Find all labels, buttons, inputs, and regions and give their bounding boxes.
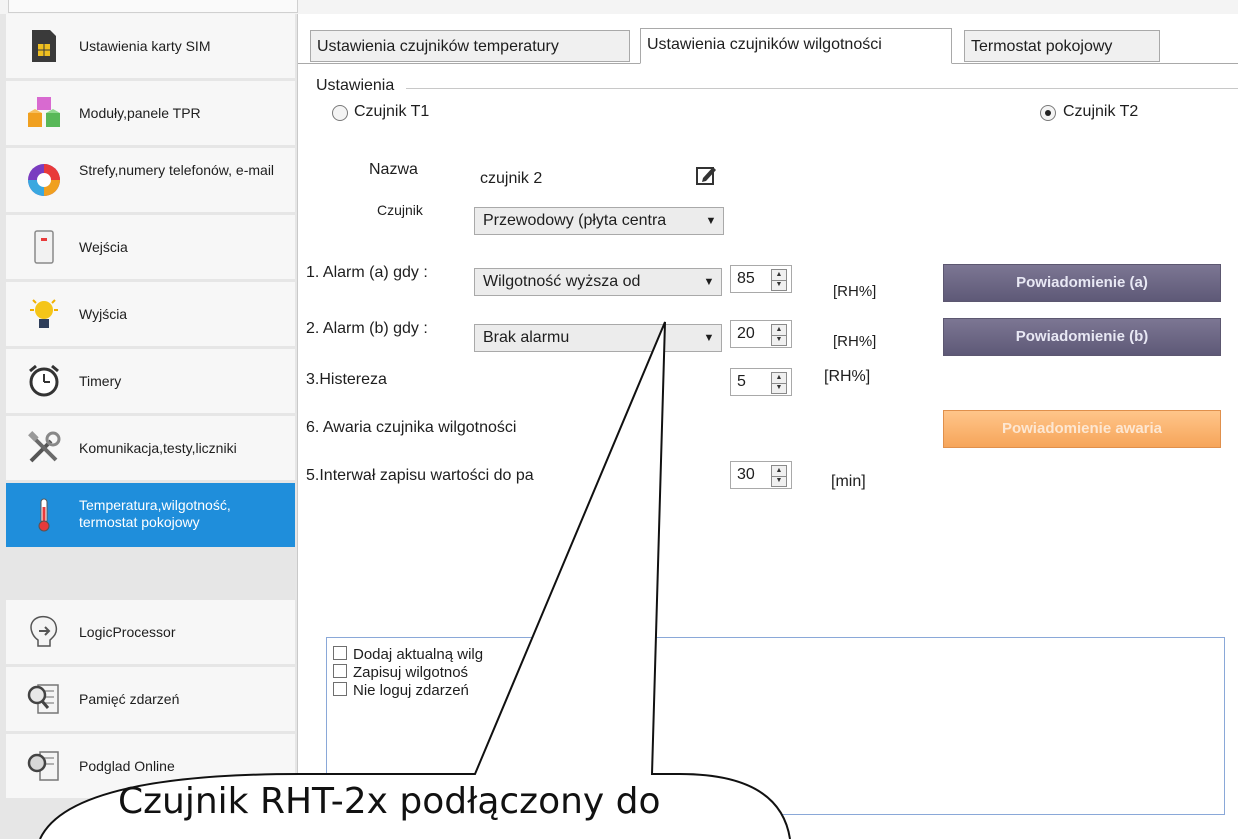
alarm-a-label: 1. Alarm (a) gdy : (306, 264, 428, 281)
alarm-b-unit: [RH%] (833, 333, 877, 350)
sidebar-item-modules[interactable]: Moduły,panele TPR (6, 81, 295, 145)
online-preview-icon (27, 751, 59, 781)
interval-value: 30 (737, 466, 755, 483)
sidebar-item-zones[interactable]: Strefy,numery telefonów, e-mail (6, 148, 295, 212)
settings-group-label: Ustawienia (316, 77, 395, 94)
stepper-down-icon[interactable]: ▼ (772, 335, 786, 345)
interval-label: 5.Interwał zapisu wartości do pa (306, 467, 534, 484)
sensor-type-value: Przewodowy (płyta centra (483, 212, 667, 229)
main-panel: Ustawienia czujników temperatury Ustawie… (297, 14, 1238, 839)
tools-icon (28, 431, 61, 463)
alarm-a-number: 85 (737, 270, 755, 287)
tab-room-thermostat[interactable]: Termostat pokojowy (964, 30, 1160, 62)
stepper-buttons[interactable]: ▲ ▼ (771, 269, 787, 291)
stepper-down-icon[interactable]: ▼ (772, 280, 786, 290)
chevron-down-icon: ▼ (703, 208, 719, 234)
alarm-b-number: 20 (737, 325, 755, 342)
logic-processor-icon (30, 615, 58, 647)
sidebar: Ustawienia karty SIM Moduły,panele TPR S… (0, 14, 297, 839)
alarm-a-select[interactable]: Wilgotność wyższa od ▼ (474, 268, 722, 296)
sidebar-item-label: Moduły,panele TPR (79, 105, 201, 121)
edit-icon[interactable] (695, 164, 717, 186)
alarm-b-label: 2. Alarm (b) gdy : (306, 320, 428, 337)
sidebar-item-label: Temperatura,wilgotność, termostat pokojo… (79, 497, 231, 530)
stepper-buttons[interactable]: ▲ ▼ (771, 324, 787, 346)
pie-chart-icon (28, 164, 60, 196)
checkbox[interactable] (333, 664, 347, 678)
option-no-log[interactable]: Nie loguj zdarzeń (333, 682, 469, 700)
notify-failure-button[interactable]: Powiadomienie awaria (943, 410, 1221, 448)
interval-stepper[interactable]: 30 ▲ ▼ (730, 461, 792, 489)
sensor-type-label: Czujnik (377, 202, 423, 218)
hysteresis-label: 3.Histereza (306, 371, 387, 388)
light-bulb-icon (30, 299, 58, 328)
checkbox[interactable] (333, 682, 347, 696)
sensor-t1-label: Czujnik T1 (354, 103, 430, 120)
sensor-type-select[interactable]: Przewodowy (płyta centra ▼ (474, 207, 724, 235)
hysteresis-unit: [RH%] (824, 368, 871, 385)
radio-selected-dot (1045, 110, 1051, 116)
alarm-b-select[interactable]: Brak alarmu ▼ (474, 324, 722, 352)
sidebar-item-label: Strefy,numery telefonów, e-mail (79, 162, 275, 178)
option-label-rest: łanej wiadomości (531, 646, 646, 663)
stepper-down-icon[interactable]: ▼ (772, 476, 786, 486)
sensor-t2-radio[interactable] (1040, 105, 1056, 121)
window-top-strip (0, 0, 1238, 15)
hysteresis-stepper[interactable]: 5 ▲ ▼ (730, 368, 792, 396)
hysteresis-value: 5 (737, 373, 746, 390)
door-sensor-icon (34, 230, 54, 264)
chevron-down-icon: ▼ (701, 325, 717, 351)
option-label-rest: nterwał (548, 664, 597, 681)
alarm-a-value: Wilgotność wyższa od (483, 273, 641, 290)
sensor-t2-label: Czujnik T2 (1063, 103, 1139, 120)
option-label: Zapisuj wilgotnoś (353, 664, 469, 681)
cubes-icon (28, 97, 60, 127)
sidebar-item-label: Ustawienia karty SIM (79, 38, 211, 54)
sidebar-item-logic[interactable]: LogicProcessor (6, 600, 295, 664)
sim-card-icon (32, 30, 56, 62)
sidebar-item-label: Pamięć zdarzeń (79, 691, 180, 707)
alarm-a-unit: [RH%] (833, 283, 877, 300)
tab-humidity-sensors[interactable]: Ustawienia czujników wilgotności (640, 28, 952, 64)
stepper-buttons[interactable]: ▲ ▼ (771, 465, 787, 487)
callout-text: Czujnik RHT-2x podłączony do (118, 781, 661, 822)
notify-b-button[interactable]: Powiadomienie (b) (943, 318, 1221, 356)
event-log-icon (27, 684, 59, 714)
sidebar-item-outputs[interactable]: Wyjścia (6, 282, 295, 346)
name-label: Nazwa (369, 161, 418, 178)
sidebar-item-label: Timery (79, 373, 122, 389)
option-add-humidity[interactable]: Dodaj aktualną wilg łanej wiadomości (333, 646, 645, 664)
alarm-clock-icon (29, 364, 59, 397)
thermometer-icon (38, 498, 50, 532)
option-label: Dodaj aktualną wilg (353, 646, 484, 663)
sensor-t1-radio[interactable] (332, 105, 348, 121)
sidebar-item-label: Podglad Online (79, 758, 175, 774)
stepper-buttons[interactable]: ▲ ▼ (771, 372, 787, 394)
failure-label: 6. Awaria czujnika wilgotności (306, 419, 517, 436)
checkbox[interactable] (333, 646, 347, 660)
stepper-down-icon[interactable]: ▼ (772, 383, 786, 393)
notify-a-button[interactable]: Powiadomienie (a) (943, 264, 1221, 302)
alarm-b-stepper[interactable]: 20 ▲ ▼ (730, 320, 792, 348)
option-label: Nie loguj zdarzeń (353, 682, 469, 699)
tab-temperature-sensors[interactable]: Ustawienia czujników temperatury (310, 30, 630, 62)
interval-unit: [min] (831, 473, 866, 490)
sidebar-item-sim[interactable]: Ustawienia karty SIM (6, 14, 295, 78)
sidebar-item-label: Wejścia (79, 239, 128, 255)
sidebar-item-label: LogicProcessor (79, 624, 176, 640)
settings-group-border (406, 88, 1238, 89)
chevron-down-icon: ▼ (701, 269, 717, 295)
sidebar-item-label: Komunikacja,testy,liczniki (79, 440, 237, 456)
sidebar-item-inputs[interactable]: Wejścia (6, 215, 295, 279)
sidebar-item-event-log[interactable]: Pamięć zdarzeń (6, 667, 295, 731)
sidebar-item-temperature[interactable]: Temperatura,wilgotność, termostat pokojo… (6, 483, 295, 547)
sidebar-item-label: Wyjścia (79, 306, 128, 322)
option-save-humidity[interactable]: Zapisuj wilgotnoś nterwał (333, 664, 596, 682)
window-tab-stub (8, 0, 298, 13)
name-value: czujnik 2 (480, 170, 543, 187)
sidebar-item-timers[interactable]: Timery (6, 349, 295, 413)
alarm-a-stepper[interactable]: 85 ▲ ▼ (730, 265, 792, 293)
sidebar-item-communication[interactable]: Komunikacja,testy,liczniki (6, 416, 295, 480)
alarm-b-value: Brak alarmu (483, 329, 570, 346)
